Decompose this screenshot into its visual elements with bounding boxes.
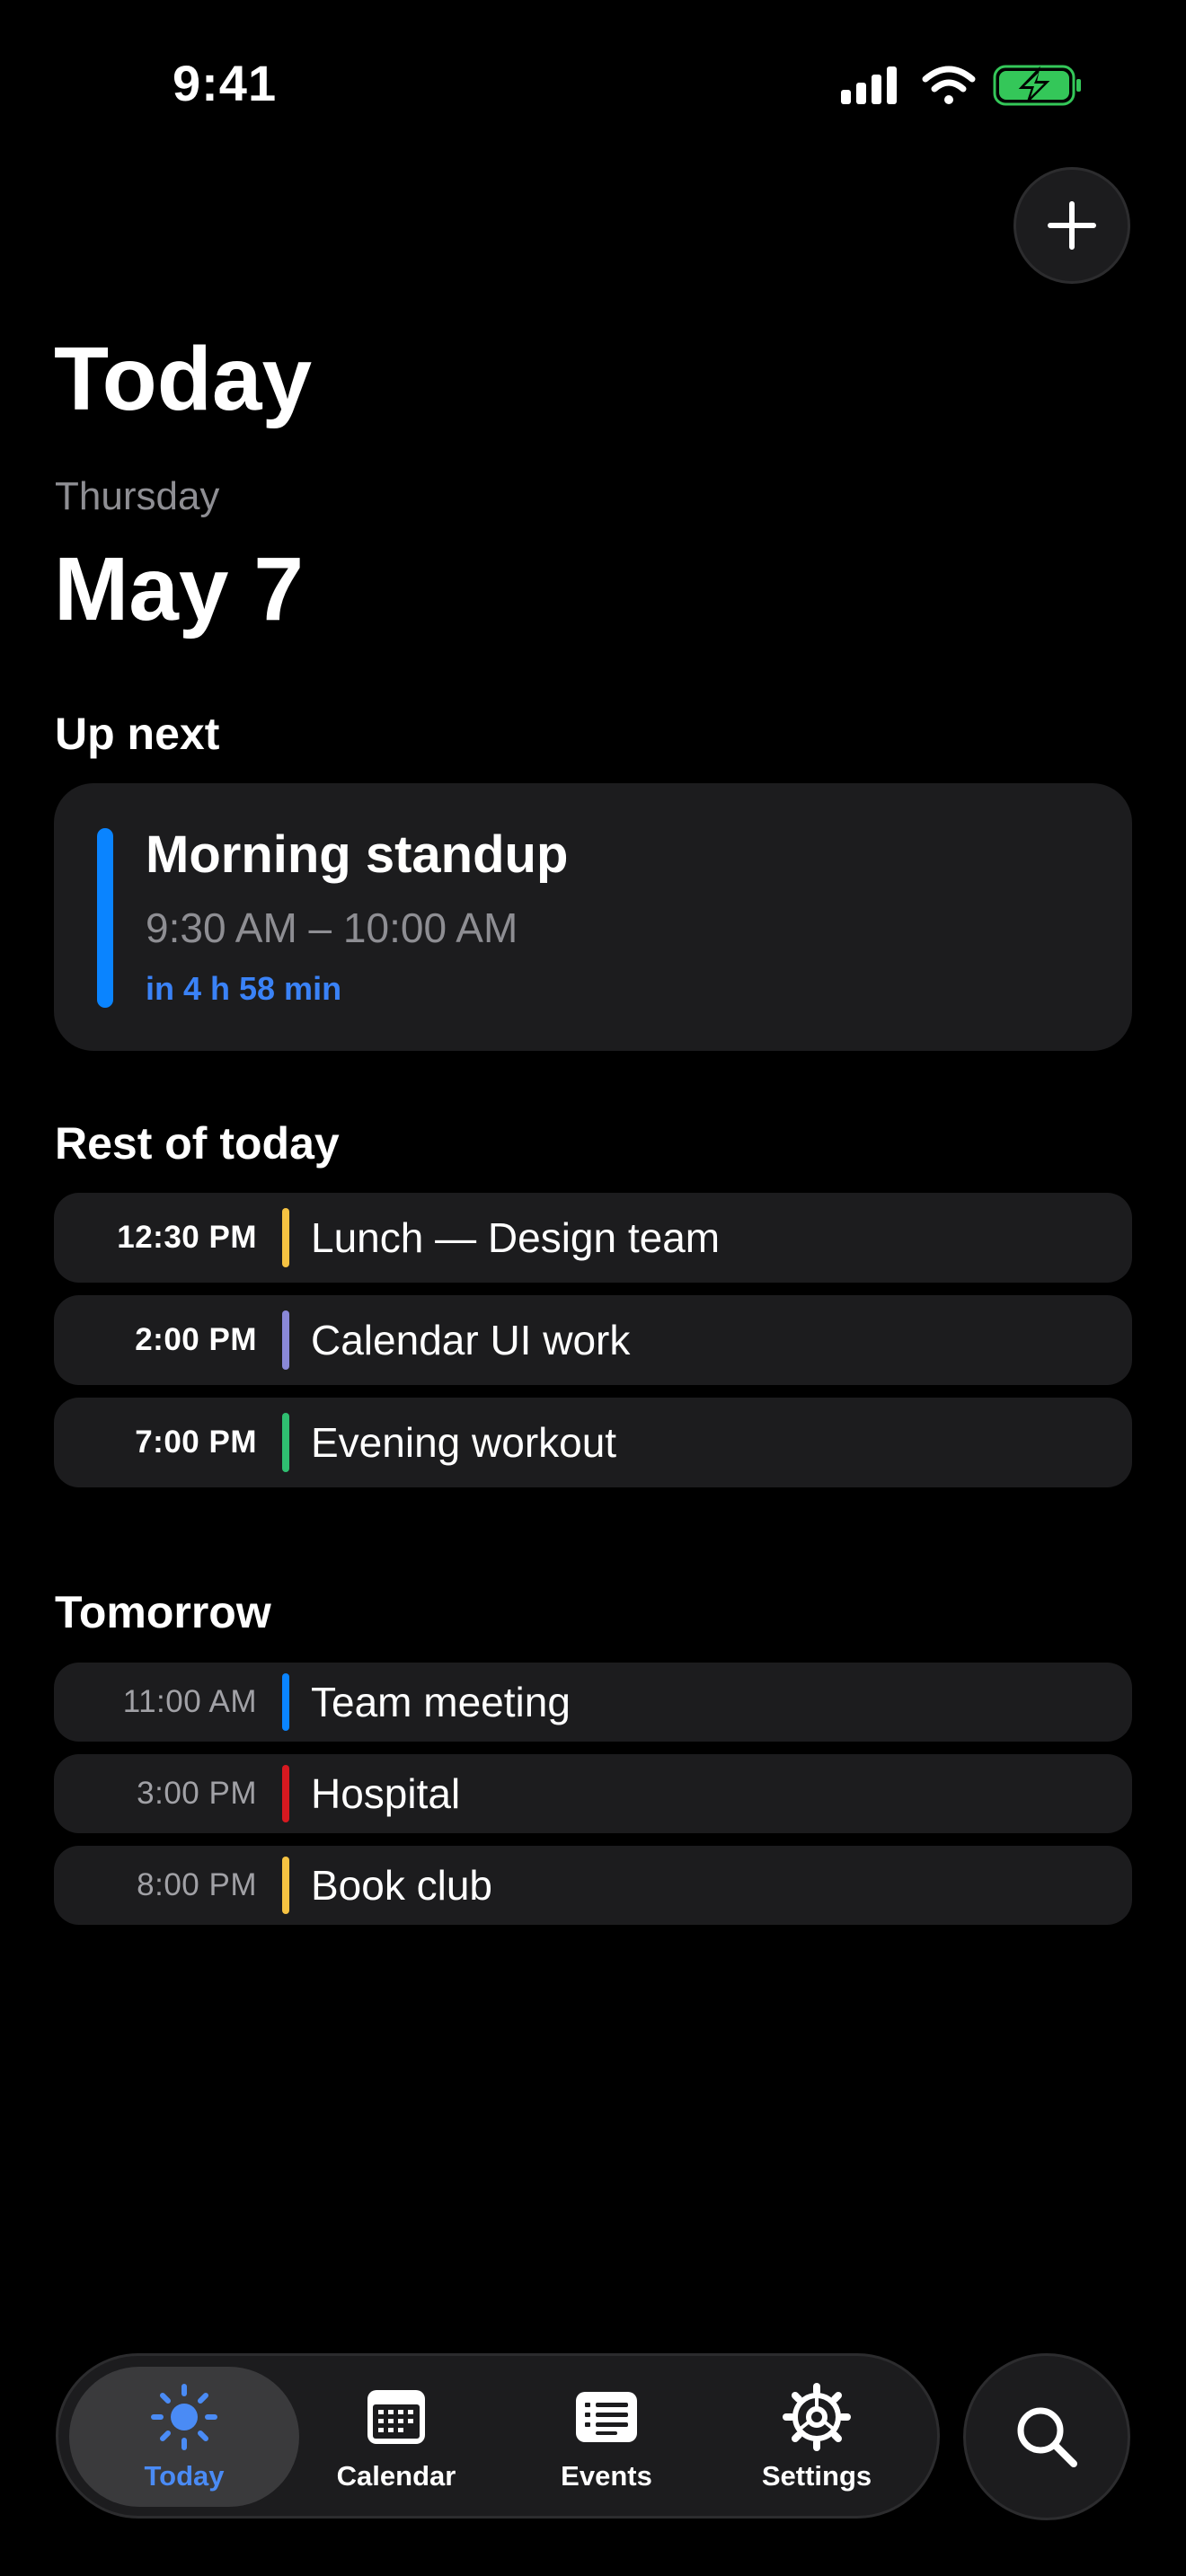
- up-next-card[interactable]: Morning standup 9:30 AM – 10:00 AM in 4 …: [54, 783, 1132, 1051]
- tab-bar: Today Calendar Events Settings: [56, 2353, 940, 2519]
- event-time: 2:00 PM: [135, 1322, 257, 1357]
- tab-settings[interactable]: Settings: [718, 2356, 916, 2518]
- plus-icon: [1048, 201, 1096, 250]
- status-time: 9:41: [173, 55, 278, 111]
- event-color-bar: [282, 1673, 289, 1731]
- tab-label: Events: [561, 2460, 652, 2492]
- up-next-event-title: Morning standup: [146, 825, 569, 884]
- signal-icon: [841, 66, 897, 104]
- up-next-title: Up next: [55, 709, 220, 759]
- date-label: May 7: [54, 539, 304, 640]
- event-title: Calendar UI work: [311, 1317, 631, 1363]
- event-title: Book club: [311, 1862, 493, 1909]
- event-time: 3:00 PM: [137, 1776, 257, 1811]
- up-next-countdown: in 4 h 58 min: [146, 970, 342, 1007]
- tomorrow-title: Tomorrow: [55, 1587, 271, 1637]
- tab-events[interactable]: Events: [508, 2356, 705, 2518]
- list-icon: [576, 2392, 637, 2442]
- event-row[interactable]: 7:00 PM Evening workout: [54, 1398, 1132, 1487]
- calendar-icon: [367, 2390, 425, 2444]
- event-color-bar: [282, 1765, 289, 1822]
- tab-calendar[interactable]: Calendar: [297, 2356, 495, 2518]
- battery-charging-icon: [993, 65, 1081, 106]
- tab-label: Calendar: [336, 2460, 456, 2492]
- event-color-bar: [282, 1208, 289, 1267]
- wifi-icon: [922, 66, 976, 104]
- sun-icon: [151, 2384, 217, 2450]
- event-row[interactable]: 12:30 PM Lunch — Design team: [54, 1193, 1132, 1283]
- rest-of-today-title: Rest of today: [55, 1118, 340, 1169]
- tomorrow-list: 11:00 AM Team meeting 3:00 PM Hospital 8…: [54, 1663, 1132, 1937]
- event-color-bar: [282, 1413, 289, 1472]
- event-row[interactable]: 2:00 PM Calendar UI work: [54, 1295, 1132, 1385]
- gear-icon: [783, 2383, 851, 2451]
- event-title: Hospital: [311, 1770, 461, 1817]
- event-time: 12:30 PM: [117, 1220, 257, 1255]
- event-row[interactable]: 3:00 PM Hospital: [54, 1754, 1132, 1833]
- add-event-button[interactable]: [1013, 167, 1130, 284]
- event-row[interactable]: 8:00 PM Book club: [54, 1846, 1132, 1925]
- event-title: Team meeting: [311, 1679, 571, 1725]
- event-title: Lunch — Design team: [311, 1214, 721, 1261]
- tab-label: Settings: [761, 2460, 872, 2492]
- search-icon: [1017, 2407, 1077, 2467]
- rest-of-today-list: 12:30 PM Lunch — Design team 2:00 PM Cal…: [54, 1193, 1132, 1500]
- event-row[interactable]: 11:00 AM Team meeting: [54, 1663, 1132, 1742]
- event-time: 11:00 AM: [122, 1684, 257, 1719]
- event-title: Evening workout: [311, 1419, 617, 1466]
- tab-today[interactable]: Today: [85, 2356, 283, 2518]
- event-time: 7:00 PM: [135, 1425, 257, 1460]
- status-icons: [841, 65, 1081, 106]
- up-next-event-time: 9:30 AM – 10:00 AM: [146, 904, 518, 951]
- event-color-bar: [282, 1310, 289, 1370]
- event-time: 8:00 PM: [137, 1867, 257, 1902]
- event-color-bar: [282, 1857, 289, 1914]
- event-color-bar: [97, 828, 113, 1008]
- page-title: Today: [54, 329, 313, 429]
- tab-label: Today: [144, 2460, 225, 2492]
- search-button[interactable]: [963, 2353, 1130, 2520]
- weekday-label: Thursday: [55, 474, 220, 518]
